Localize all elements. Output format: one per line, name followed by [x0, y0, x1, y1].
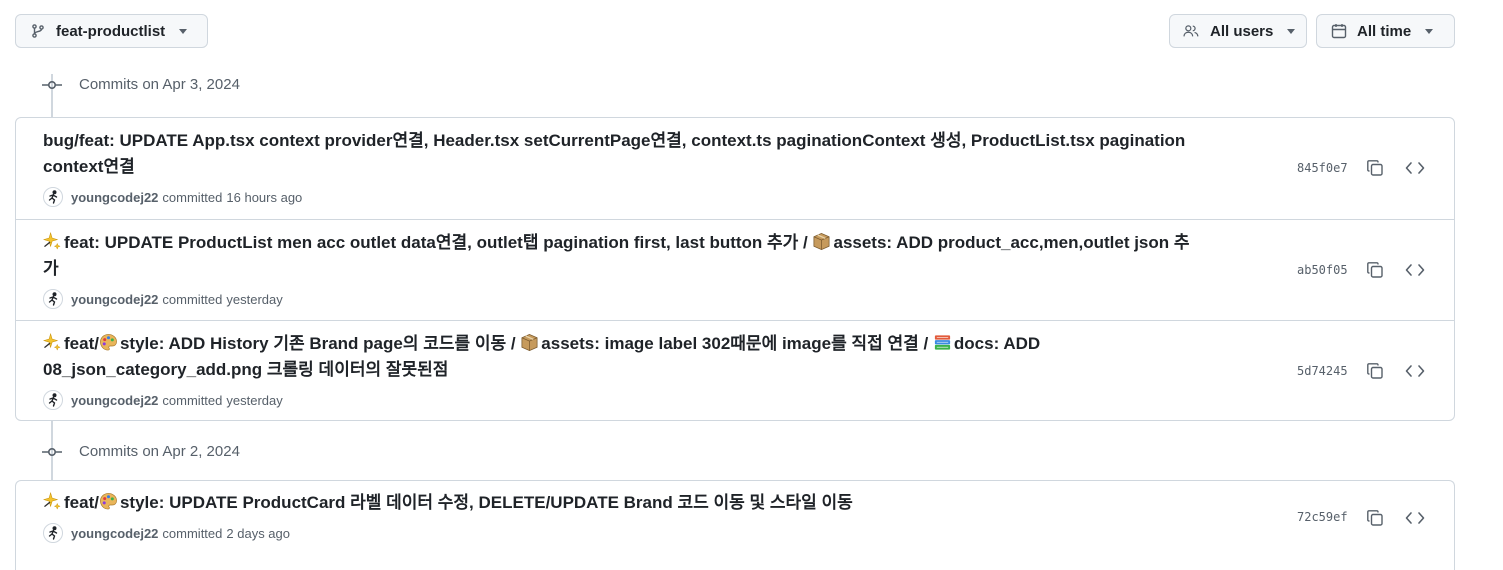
commit-meta: youngcodej22 committed 16 hours ago [43, 187, 302, 207]
copy-icon [1367, 510, 1383, 526]
commit-author-link[interactable]: youngcodej22 [71, 292, 158, 307]
git-branch-icon [30, 23, 46, 39]
copy-icon [1367, 262, 1383, 278]
code-icon [1405, 162, 1425, 174]
commit-row: feat: UPDATE ProductList men acc outlet … [16, 219, 1454, 320]
avatar[interactable] [43, 390, 63, 410]
avatar[interactable] [43, 289, 63, 309]
commit-action: committed [162, 392, 223, 408]
commit-author-link[interactable]: youngcodej22 [71, 526, 158, 541]
commit-group-header: Commits on Apr 3, 2024 [42, 76, 240, 93]
browse-files-button[interactable] [1404, 360, 1426, 382]
commit-list: bug/feat: UPDATE App.tsx context provide… [15, 117, 1455, 421]
commit-message-text: feat/ [64, 493, 99, 512]
commit-message-link[interactable]: feat: UPDATE ProductList men acc outlet … [42, 230, 1203, 282]
package-icon [812, 232, 831, 251]
browse-files-button[interactable] [1404, 157, 1426, 179]
commit-time: yesterday [226, 291, 283, 307]
commit-action: committed [162, 291, 223, 307]
copy-sha-button[interactable] [1364, 157, 1386, 179]
commit-author-link[interactable]: youngcodej22 [71, 393, 158, 408]
copy-sha-button[interactable] [1364, 507, 1386, 529]
commit-group-date: Commits on Apr 3, 2024 [79, 76, 240, 93]
commit-message-text: feat/ [64, 334, 99, 353]
commit-action: committed [162, 189, 223, 205]
commit-sha-link[interactable]: 5d74245 [1297, 364, 1348, 378]
commit-row: feat/style: UPDATE ProductCard 라벨 데이터 수정… [16, 481, 1454, 570]
chevron-down-icon [1425, 28, 1434, 34]
users-filter-button[interactable]: All users [1169, 14, 1307, 48]
commit-time: 2 days ago [226, 525, 290, 541]
copy-sha-button[interactable] [1364, 360, 1386, 382]
browse-files-button[interactable] [1404, 259, 1426, 281]
commit-row: bug/feat: UPDATE App.tsx context provide… [16, 118, 1454, 219]
commit-row: feat/style: ADD History 기존 Brand page의 코… [16, 320, 1454, 420]
books-icon [933, 333, 952, 352]
commit-message-text: feat: UPDATE ProductList men acc outlet … [64, 233, 813, 252]
commit-group-date: Commits on Apr 2, 2024 [79, 443, 240, 460]
commit-message-text: assets: image label 302때문에 image를 직접 연결 … [541, 334, 933, 353]
commit-sha-link[interactable]: 72c59ef [1297, 510, 1348, 524]
chevron-down-icon [179, 28, 188, 34]
sparkles-icon [42, 332, 62, 352]
calendar-icon [1331, 23, 1347, 39]
git-commit-icon [42, 446, 62, 458]
copy-icon [1367, 363, 1383, 379]
commit-group-header: Commits on Apr 2, 2024 [42, 443, 240, 460]
commit-sha-link[interactable]: ab50f05 [1297, 263, 1348, 277]
users-filter-label: All users [1210, 22, 1274, 40]
time-filter-label: All time [1357, 22, 1412, 40]
package-icon [520, 333, 539, 352]
commit-author-link[interactable]: youngcodej22 [71, 190, 158, 205]
commit-time: 16 hours ago [226, 189, 303, 205]
commit-message-link[interactable]: feat/style: ADD History 기존 Brand page의 코… [42, 331, 1203, 383]
avatar[interactable] [43, 523, 63, 543]
sparkles-icon [42, 231, 62, 251]
code-icon [1405, 264, 1425, 276]
copy-icon [1367, 160, 1383, 176]
commit-list: feat/style: UPDATE ProductCard 라벨 데이터 수정… [15, 480, 1455, 570]
avatar[interactable] [43, 187, 63, 207]
git-commit-icon [42, 79, 62, 91]
time-filter-button[interactable]: All time [1316, 14, 1455, 48]
code-icon [1405, 365, 1425, 377]
commit-message-link[interactable]: bug/feat: UPDATE App.tsx context provide… [43, 128, 1203, 180]
commit-sha-link[interactable]: 845f0e7 [1297, 161, 1348, 175]
commit-meta: youngcodej22 committed yesterday [43, 289, 283, 309]
people-icon [1183, 23, 1199, 39]
commit-time: yesterday [226, 392, 283, 408]
sparkles-icon [42, 491, 62, 511]
commit-message-text: style: ADD History 기존 Brand page의 코드를 이동… [119, 334, 521, 353]
commit-meta: youngcodej22 committed 2 days ago [43, 523, 290, 543]
copy-sha-button[interactable] [1364, 259, 1386, 281]
chevron-down-icon [1287, 28, 1296, 34]
commit-message-text: style: UPDATE ProductCard 라벨 데이터 수정, DEL… [119, 493, 853, 512]
code-icon [1405, 512, 1425, 524]
palette-icon [99, 333, 118, 352]
palette-icon [99, 492, 118, 511]
commit-action: committed [162, 525, 223, 541]
branch-select-button[interactable]: feat-productlist [15, 14, 208, 48]
branch-name: feat-productlist [56, 22, 166, 40]
commit-meta: youngcodej22 committed yesterday [43, 390, 283, 410]
browse-files-button[interactable] [1404, 507, 1426, 529]
commit-message-link[interactable]: feat/style: UPDATE ProductCard 라벨 데이터 수정… [42, 490, 1203, 516]
